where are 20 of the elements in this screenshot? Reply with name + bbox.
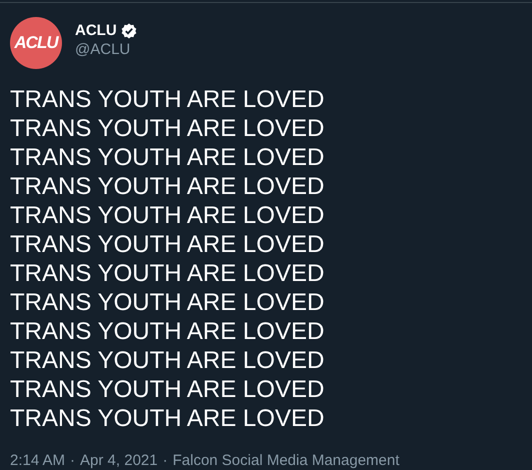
tweet-text-line: TRANS YOUTH ARE LOVED xyxy=(10,230,324,259)
tweet-text-line: TRANS YOUTH ARE LOVED xyxy=(10,114,324,143)
tweet-text-line: TRANS YOUTH ARE LOVED xyxy=(10,375,324,404)
avatar[interactable]: ACLU xyxy=(10,17,62,69)
tweet-date[interactable]: Apr 4, 2021 xyxy=(80,452,158,469)
tweet-text-line: TRANS YOUTH ARE LOVED xyxy=(10,317,324,346)
tweet-text-line: TRANS YOUTH ARE LOVED xyxy=(10,172,324,201)
tweet-text-line: TRANS YOUTH ARE LOVED xyxy=(10,259,324,288)
tweet-text-line: TRANS YOUTH ARE LOVED xyxy=(10,201,324,230)
tweet-text-line: TRANS YOUTH ARE LOVED xyxy=(10,404,324,433)
tweet-text-line: TRANS YOUTH ARE LOVED xyxy=(10,346,324,375)
tweet-time[interactable]: 2:14 AM xyxy=(10,452,66,469)
tweet-text-line: TRANS YOUTH ARE LOVED xyxy=(10,143,324,172)
separator-dot: · xyxy=(162,452,168,469)
author-name[interactable]: ACLU xyxy=(75,22,117,39)
tweet-text-line: TRANS YOUTH ARE LOVED xyxy=(10,288,324,317)
tweet-text-line: TRANS YOUTH ARE LOVED xyxy=(10,85,324,114)
tweet-source[interactable]: Falcon Social Media Management xyxy=(172,452,400,469)
separator-dot: · xyxy=(70,452,76,469)
author-handle[interactable]: @ACLU xyxy=(75,41,130,58)
